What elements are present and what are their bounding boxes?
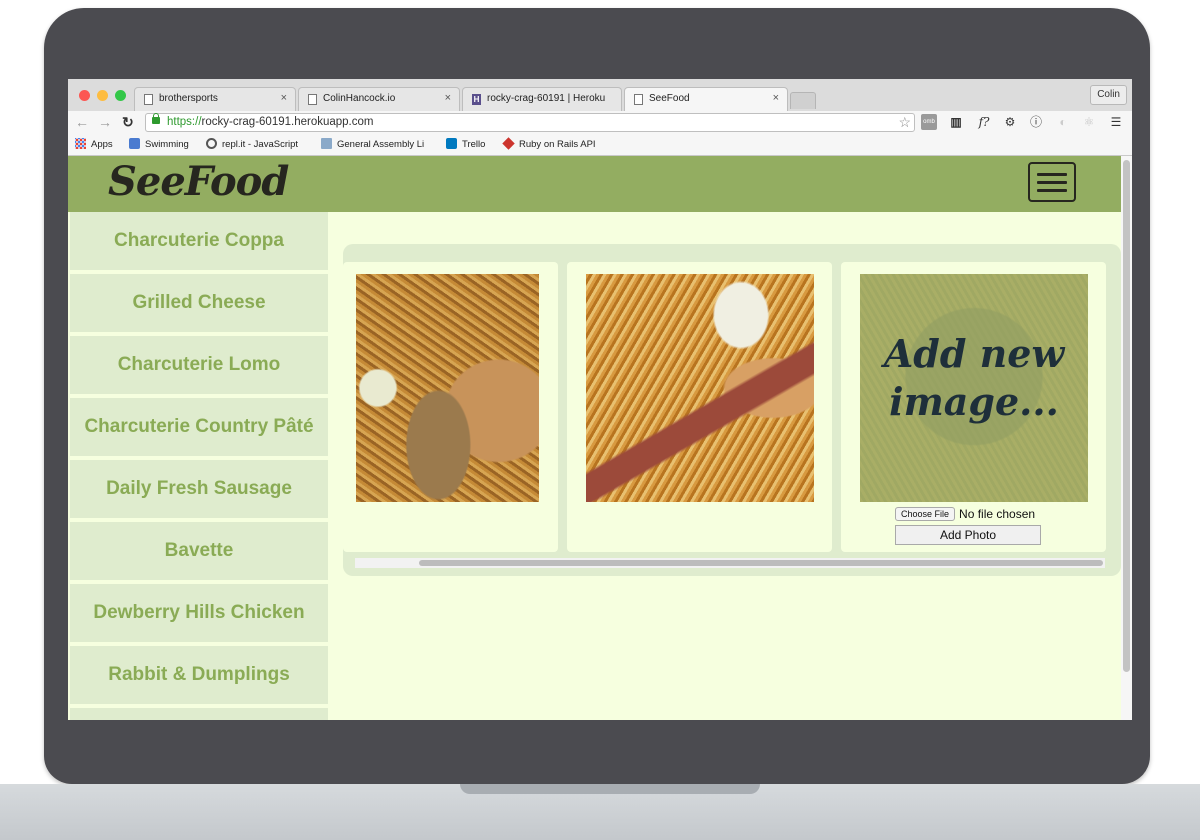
file-status: No file chosen	[959, 507, 1036, 521]
react-icon[interactable]: ⚛	[1081, 114, 1097, 130]
extension-icon[interactable]: omb	[921, 114, 937, 130]
minimize-window-button[interactable]	[97, 90, 108, 101]
tab-title: SeeFood	[649, 93, 690, 104]
add-image-caption: Add new image...	[883, 331, 1065, 424]
address-bar[interactable]: https://rocky-crag-60191.herokuapp.com ☆	[145, 113, 915, 132]
zoom-window-button[interactable]	[115, 90, 126, 101]
site-header: SeeFood	[68, 156, 1121, 212]
bookmark-star-icon[interactable]: ☆	[898, 114, 911, 131]
close-icon[interactable]: ×	[773, 92, 779, 104]
close-icon[interactable]: ×	[281, 92, 287, 104]
ruby-icon	[502, 137, 515, 150]
add-image-placeholder[interactable]: Add new image...	[860, 274, 1088, 502]
bookmark-trello[interactable]: Trello	[446, 138, 485, 150]
reader-icon[interactable]: ▥	[948, 114, 964, 130]
bookmark-apps[interactable]: Apps	[75, 138, 113, 150]
reload-icon[interactable]: ↻	[122, 115, 134, 129]
bookmark-label: Ruby on Rails API	[519, 139, 596, 150]
tab-brothersports[interactable]: brothersports ×	[134, 87, 296, 111]
tab-strip: brothersports × ColinHancock.io × H rock…	[68, 79, 1132, 112]
sidebar-item-charcuterie-lomo[interactable]: Charcuterie Lomo	[70, 336, 328, 394]
tab-title: ColinHancock.io	[323, 93, 396, 104]
bookmark-label: repl.it - JavaScript	[222, 139, 299, 150]
choose-file-button[interactable]: Choose File	[895, 507, 956, 521]
page-icon	[308, 94, 317, 105]
sidebar-item-daily-fresh-sausage[interactable]: Daily Fresh Sausage	[70, 460, 328, 518]
browser-toolbar: ← → ↻ https://rocky-crag-60191.herokuapp…	[68, 111, 1132, 134]
bookmark-label: General Assembly Li	[337, 139, 425, 150]
sidebar-item-bavette[interactable]: Bavette	[70, 522, 328, 580]
trello-icon	[446, 138, 457, 149]
menu-sidebar: Charcuterie Coppa Grilled Cheese Charcut…	[68, 212, 329, 720]
add-photo-card: Add new image... Choose File No file chos…	[841, 262, 1106, 552]
sidebar-item-rabbit-dumplings[interactable]: Rabbit & Dumplings	[70, 646, 328, 704]
back-arrow-icon[interactable]: ←	[75, 115, 89, 129]
page-icon	[634, 94, 643, 105]
forward-arrow-icon[interactable]: →	[98, 115, 112, 129]
sidebar-item-charcuterie-country-pate[interactable]: Charcuterie Country Pâté	[70, 398, 328, 456]
page-icon	[144, 94, 153, 105]
tab-title: rocky-crag-60191 | Heroku	[487, 93, 606, 104]
bookmark-replit[interactable]: repl.it - JavaScript	[206, 138, 298, 150]
page-content: SeeFood Charcuterie Coppa Grilled Cheese…	[68, 156, 1132, 720]
photo-card	[567, 262, 832, 552]
photo-gallery[interactable]: Add new image... Choose File No file chos…	[343, 244, 1121, 576]
profile-button[interactable]: Colin	[1090, 85, 1127, 105]
bookmarks-bar: Apps Swimming repl.it - JavaScript Gener…	[68, 134, 1132, 156]
bookmark-label: Swimming	[145, 139, 189, 150]
close-window-button[interactable]	[79, 90, 90, 101]
folder-icon	[321, 138, 332, 149]
gear-icon[interactable]: ⚙	[1002, 114, 1018, 130]
sidebar-item-grilled-cheese[interactable]: Grilled Cheese	[70, 274, 328, 332]
bookmark-label: Apps	[91, 139, 113, 150]
url-text[interactable]: https://rocky-crag-60191.herokuapp.com	[167, 116, 373, 128]
photo-card	[343, 262, 558, 552]
sidebar-item-charcuterie-coppa[interactable]: Charcuterie Coppa	[70, 212, 328, 270]
repl-icon	[206, 138, 217, 149]
menu-icon[interactable]: ☰	[1108, 114, 1124, 130]
add-photo-button[interactable]: Add Photo	[895, 525, 1041, 545]
close-icon[interactable]: ×	[445, 92, 451, 104]
swimming-icon	[129, 138, 140, 149]
scrollbar-thumb[interactable]	[419, 560, 1103, 566]
site-logo[interactable]: SeeFood	[108, 158, 289, 205]
new-tab-button[interactable]	[790, 92, 816, 109]
sidebar-item-more[interactable]	[70, 708, 328, 720]
apps-icon	[75, 138, 86, 149]
bookmark-general-assembly[interactable]: General Assembly Li	[321, 138, 424, 150]
url-scheme: https://	[167, 116, 202, 128]
tab-title: brothersports	[159, 93, 218, 104]
tab-colinhancock[interactable]: ColinHancock.io ×	[298, 87, 460, 111]
scrollbar-thumb[interactable]	[1123, 160, 1130, 672]
heroku-icon: H	[472, 94, 481, 105]
lock-icon	[152, 113, 160, 124]
sync-icon[interactable]: ◐	[1055, 114, 1071, 130]
hamburger-menu-icon[interactable]	[1028, 162, 1076, 202]
info-icon[interactable]: ⓘ	[1028, 114, 1044, 130]
laptop-notch	[460, 784, 760, 794]
sidebar-item-dewberry-hills-chicken[interactable]: Dewberry Hills Chicken	[70, 584, 328, 642]
browser-window: brothersports × ColinHancock.io × H rock…	[68, 79, 1132, 720]
tab-seefood[interactable]: SeeFood ×	[624, 87, 788, 111]
file-input: Choose File No file chosen	[895, 507, 1035, 521]
food-photo[interactable]	[586, 274, 814, 502]
food-photo[interactable]	[356, 274, 539, 502]
bookmark-label: Trello	[462, 139, 486, 150]
tab-heroku[interactable]: H rocky-crag-60191 | Heroku	[462, 87, 622, 111]
bookmark-rails-api[interactable]: Ruby on Rails API	[502, 137, 596, 150]
horizontal-scrollbar[interactable]	[355, 558, 1105, 568]
vertical-scrollbar[interactable]	[1121, 156, 1132, 720]
url-host: rocky-crag-60191.herokuapp.com	[201, 116, 374, 128]
bookmark-swimming[interactable]: Swimming	[129, 138, 189, 150]
function-icon[interactable]: f?	[976, 114, 992, 130]
